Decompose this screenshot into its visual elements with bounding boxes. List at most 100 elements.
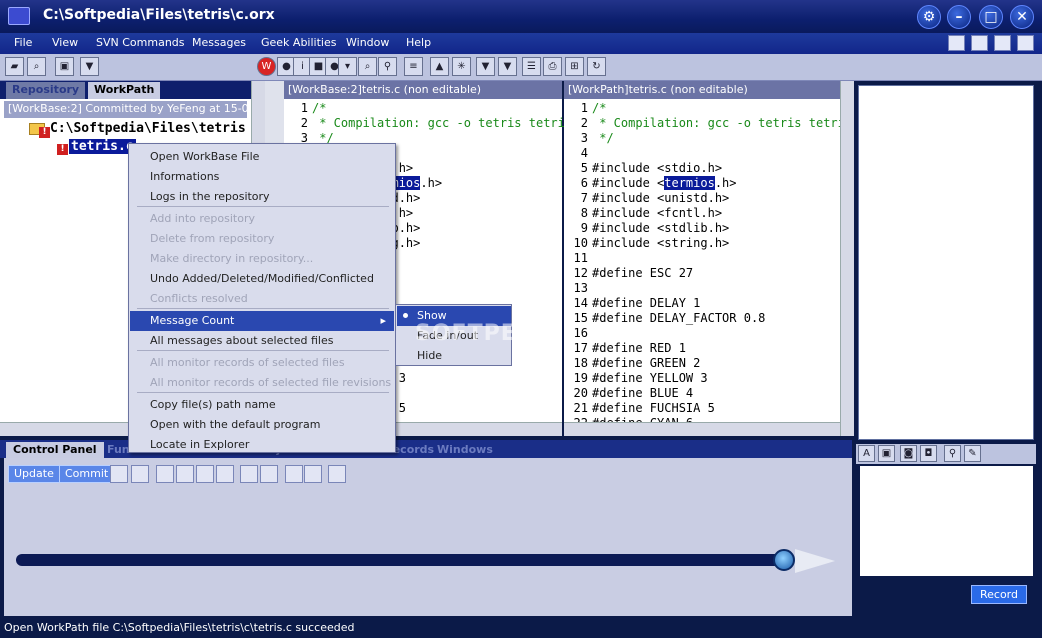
submenu-item[interactable]: Hide	[397, 346, 511, 366]
line-number: 17	[573, 341, 588, 355]
arrow-down-icon[interactable]: ▼	[476, 57, 495, 76]
restore-window-icon[interactable]	[971, 35, 988, 51]
timeline-slider-handle[interactable]	[773, 549, 795, 571]
code-line: 10 #include <string.h>	[566, 236, 852, 251]
arrow-up-top-icon[interactable]: ▲	[430, 57, 449, 76]
star-action-5-icon[interactable]	[216, 465, 234, 483]
context-menu-item[interactable]: Informations	[130, 167, 394, 187]
minimize-button[interactable]: –	[947, 5, 971, 29]
tab-repository[interactable]: Repository	[6, 82, 86, 99]
code-line: 13	[566, 281, 852, 296]
workpath-horizontal-scrollbar[interactable]	[564, 422, 840, 436]
line-number: 13	[573, 281, 588, 295]
menu-svn-commands[interactable]: SVN Commands	[96, 36, 185, 49]
open-folder-icon[interactable]: ▰	[5, 57, 24, 76]
line-number: 5	[580, 161, 588, 175]
font-icon[interactable]: A	[858, 445, 875, 462]
code-line: 8 #include <fcntl.h>	[566, 206, 852, 221]
menu-view[interactable]: View	[52, 36, 78, 49]
conflict-icon: !	[39, 127, 50, 138]
link-icon[interactable]	[304, 465, 322, 483]
context-menu-item[interactable]: Message Count ▸	[130, 311, 394, 331]
copy-action-icon[interactable]	[131, 465, 149, 483]
context-menu-item[interactable]: All messages about selected files	[130, 331, 394, 351]
maximize-button[interactable]: □	[979, 5, 1003, 29]
context-menu-item: Delete from repository	[150, 232, 275, 245]
context-menu-item[interactable]: Locate in Explorer	[130, 435, 394, 455]
star-action-4-icon[interactable]	[196, 465, 214, 483]
menu-file[interactable]: File	[14, 36, 32, 49]
line-number: 11	[573, 251, 588, 265]
timeline-slider-track[interactable]	[16, 554, 786, 566]
layout-rows-icon[interactable]	[948, 35, 965, 51]
message-input-area[interactable]	[860, 466, 1033, 576]
camera-icon[interactable]: ◙	[900, 445, 917, 462]
menu-window[interactable]: Window	[346, 36, 389, 49]
commit-button[interactable]: Commit	[59, 465, 115, 483]
context-menu-item: All monitor records of selected file rev…	[150, 376, 392, 389]
dropdown-icon[interactable]: ▾	[338, 57, 357, 76]
workpath-code[interactable]: 1/* 2 * Compilation: gcc -o tetris tetris…	[566, 101, 853, 431]
star-action-2-icon[interactable]	[156, 465, 174, 483]
attach-icon[interactable]: ✎	[964, 445, 981, 462]
search-revisions-icon[interactable]	[260, 465, 278, 483]
tab-workpath[interactable]: WorkPath	[88, 82, 161, 99]
save-icon[interactable]: ▣	[55, 57, 74, 76]
context-menu-item: Make directory in repository...	[150, 252, 314, 265]
code-line: 1/*	[566, 101, 852, 116]
file-conflict-icon: !	[57, 144, 68, 155]
context-menu-item[interactable]: Open with the default program	[130, 415, 394, 435]
context-menu-item[interactable]: Logs in the repository	[130, 187, 394, 207]
code-line: 3 */	[566, 131, 852, 146]
search-files-icon[interactable]	[240, 465, 258, 483]
warning-icon[interactable]: W	[257, 57, 276, 76]
window-title: C:\Softpedia\Files\tetris\c.orx	[43, 7, 275, 23]
update-button[interactable]: Update	[8, 465, 60, 483]
search-icon[interactable]: ⌕	[27, 57, 46, 76]
context-menu-item[interactable]: Copy file(s) path name	[130, 395, 394, 415]
code-line: 19 #define YELLOW 3	[566, 371, 852, 386]
capture-icon[interactable]: ◘	[920, 445, 937, 462]
flag-icon[interactable]	[285, 465, 303, 483]
record-button[interactable]: Record	[971, 585, 1027, 604]
menu-geek-abilities[interactable]: Geek Abilities	[261, 36, 336, 49]
main-toolbar: ▰ ⌕ ▣ ▼ W ● i ■ ● ▾ ⌕ ⚲ ≡ ▲ ✳ ▼ ▼ ☰ ⎙ ⊞ …	[0, 54, 1042, 81]
refresh-icon[interactable]: ↻	[587, 57, 606, 76]
image-icon[interactable]: ▣	[878, 445, 895, 462]
star-action-3-icon[interactable]	[176, 465, 194, 483]
submenu-arrow-icon: ▸	[380, 314, 386, 327]
workpath-vertical-scrollbar[interactable]	[840, 81, 854, 436]
code-line: 17 #define RED 1	[566, 341, 852, 356]
settings-gear-icon[interactable]: ⚙	[917, 5, 941, 29]
list-icon[interactable]: ☰	[522, 57, 541, 76]
sparkle-icon[interactable]: ✳	[452, 57, 471, 76]
find-icon[interactable]: ⌕	[358, 57, 377, 76]
line-number: 15	[573, 311, 588, 325]
code-line: 6 #include <termios.h>	[566, 176, 852, 191]
context-menu-item[interactable]: Undo Added/Deleted/Modified/Conflicted	[130, 269, 394, 289]
menu-messages[interactable]: Messages	[192, 36, 246, 49]
tree-root[interactable]: C:\Softpedia\Files\tetris	[50, 121, 246, 136]
context-menu-item[interactable]: Open WorkBase File	[130, 147, 394, 167]
tab-windows[interactable]: Windows	[430, 442, 500, 458]
close-button[interactable]: ✕	[1010, 5, 1034, 29]
tab-control-panel[interactable]: Control Panel	[6, 442, 104, 458]
close-window-icon[interactable]	[1017, 35, 1034, 51]
line-number: 10	[573, 236, 588, 250]
code-line: 16	[566, 326, 852, 341]
next-window-icon[interactable]	[994, 35, 1011, 51]
menu-help[interactable]: Help	[406, 36, 431, 49]
tree-file-selected[interactable]: tetris.c	[69, 139, 136, 154]
workpath-code-pane: [WorkPath]tetris.c (non editable) 1/* 2 *…	[564, 81, 854, 436]
context-menu-item: Add into repository	[150, 212, 255, 225]
workbase-header: [WorkBase:2] Committed by YeFeng at 15-0…	[4, 101, 247, 118]
print-icon[interactable]: ⎙	[543, 57, 562, 76]
locate-icon[interactable]: ⚲	[944, 445, 961, 462]
arrow-down-bottom-icon[interactable]: ▼	[498, 57, 517, 76]
compare-icon[interactable]: ≡	[404, 57, 423, 76]
calendar-icon[interactable]	[328, 465, 346, 483]
filter-icon[interactable]: ▼	[80, 57, 99, 76]
pin-icon[interactable]: ⚲	[378, 57, 397, 76]
split-icon[interactable]: ⊞	[565, 57, 584, 76]
star-action-icon[interactable]	[110, 465, 128, 483]
